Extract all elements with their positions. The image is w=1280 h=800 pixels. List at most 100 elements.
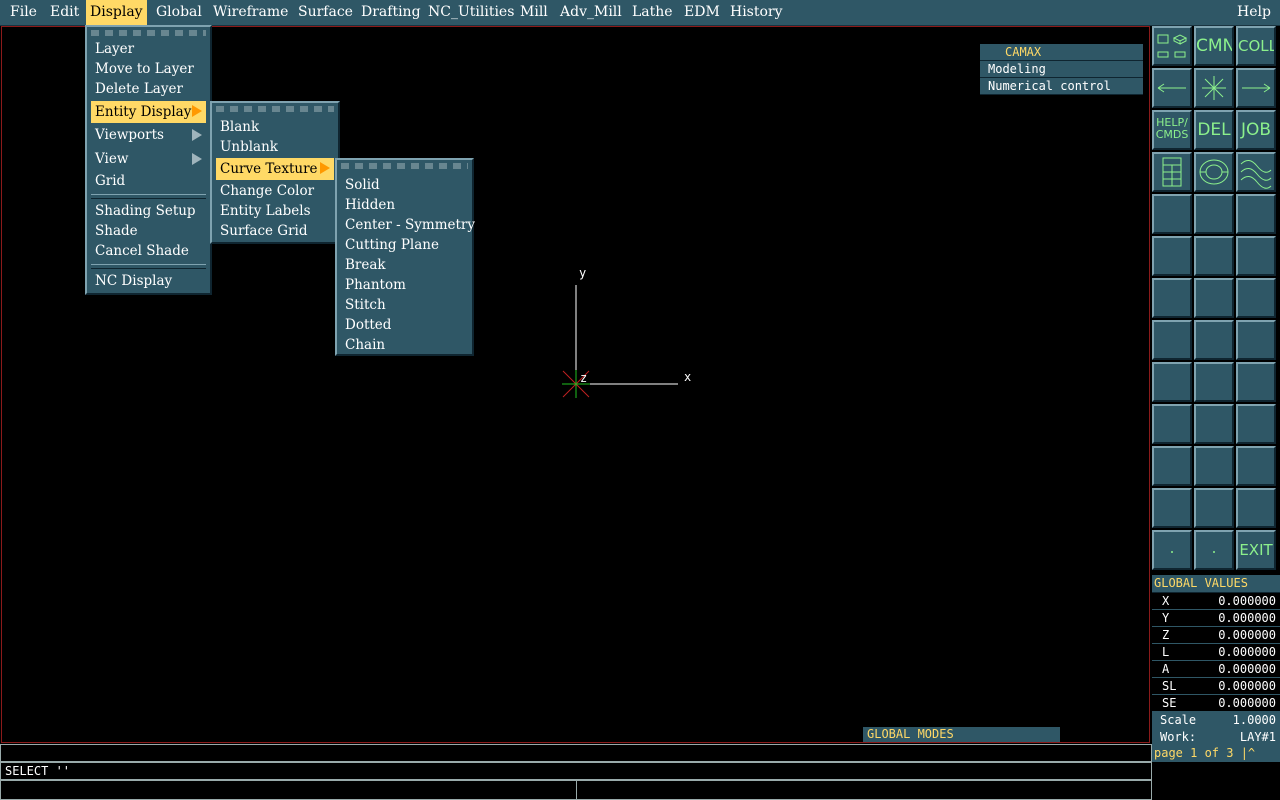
menu-item-cancel-shade[interactable]: Cancel Shade [91,241,206,261]
camax-panel: CAMAX Modeling Numerical control [980,44,1143,95]
empty-button[interactable] [1152,446,1192,486]
helmet-button[interactable] [1194,152,1234,192]
submenu-arrow-icon [192,105,202,117]
menu-display[interactable]: Display [86,0,147,25]
menu-item-shading-setup[interactable]: Shading Setup [91,201,206,221]
menu-item-curve-texture[interactable]: Curve Texture [216,158,334,180]
page-indicator[interactable]: page 1 of 3 |^ [1152,744,1280,762]
empty-button[interactable] [1194,404,1234,444]
menu-item-label: Entity Display [95,104,192,120]
empty-button[interactable] [1152,404,1192,444]
empty-button[interactable] [1236,446,1276,486]
empty-button[interactable] [1236,194,1276,234]
menu-item-solid[interactable]: Solid [341,175,468,195]
empty-button[interactable] [1194,362,1234,402]
empty-button[interactable] [1194,488,1234,528]
camax-numerical-control[interactable]: Numerical control [980,78,1143,95]
empty-button[interactable] [1194,236,1234,276]
scale-row[interactable]: Scale 1.0000 [1152,712,1280,729]
menu-item-nc-display[interactable]: NC Display [91,271,206,291]
menu-item-change-color[interactable]: Change Color [216,181,334,201]
back-arrow-button[interactable] [1152,68,1192,108]
menu-item-hidden[interactable]: Hidden [341,195,468,215]
value-label: Y [1162,611,1170,625]
menu-wireframe[interactable]: Wireframe [213,0,288,25]
empty-button[interactable] [1194,194,1234,234]
dot-button[interactable] [1194,530,1234,570]
empty-button[interactable] [1194,278,1234,318]
job-button[interactable]: JOB [1236,110,1276,150]
exit-button[interactable]: EXIT [1236,530,1276,570]
menu-item-chain[interactable]: Chain [341,335,468,355]
tear-off-handle[interactable] [216,106,334,112]
empty-button[interactable] [1236,488,1276,528]
menu-item-delete-layer[interactable]: Delete Layer [91,79,206,99]
empty-button[interactable] [1236,236,1276,276]
camax-modeling[interactable]: Modeling [980,61,1143,78]
menu-edm[interactable]: EDM [684,0,720,25]
y-axis-label: y [579,266,587,280]
menu-help[interactable]: Help [1237,0,1271,25]
global-modes-button[interactable]: GLOBAL MODES [863,727,1060,742]
empty-button[interactable] [1194,320,1234,360]
menu-item-phantom[interactable]: Phantom [341,275,468,295]
tear-off-handle[interactable] [341,163,468,169]
empty-button[interactable] [1152,362,1192,402]
menu-item-entity-display[interactable]: Entity Display [91,101,206,123]
menu-item-viewports[interactable]: Viewports [91,125,206,145]
menu-surface[interactable]: Surface [298,0,353,25]
menu-item-layer[interactable]: Layer [91,39,206,59]
dot-button[interactable] [1152,530,1192,570]
menu-item-blank[interactable]: Blank [216,117,334,137]
menu-item-stitch[interactable]: Stitch [341,295,468,315]
menu-item-grid[interactable]: Grid [91,171,206,191]
value-row-z: Z 0.000000 [1152,627,1280,644]
forward-arrow-button[interactable] [1236,68,1276,108]
del-button[interactable]: DEL [1194,110,1234,150]
tear-off-handle[interactable] [91,30,206,36]
menu-item-move-to-layer[interactable]: Move to Layer [91,59,206,79]
cmn-button[interactable]: CMN [1194,26,1234,66]
menu-drafting[interactable]: Drafting [361,0,421,25]
menu-nc-utilities[interactable]: NC_Utilities [428,0,514,25]
empty-button[interactable] [1194,446,1234,486]
empty-button[interactable] [1236,404,1276,444]
arrow-left-icon [1157,83,1186,93]
asterisk-button[interactable] [1194,68,1234,108]
surface-wave-button[interactable] [1236,152,1276,192]
menu-item-dotted[interactable]: Dotted [341,315,468,335]
calculator-button[interactable] [1152,152,1192,192]
menu-item-center-symmetry[interactable]: Center - Symmetry [341,215,475,235]
menu-lathe[interactable]: Lathe [632,0,673,25]
menu-item-cutting-plane[interactable]: Cutting Plane [341,235,468,255]
command-prompt[interactable]: SELECT '' [0,762,1152,780]
menu-history[interactable]: History [730,0,783,25]
submenu-arrow-icon [192,129,202,141]
empty-button[interactable] [1152,194,1192,234]
menu-item-shade[interactable]: Shade [91,221,206,241]
helmet-icon [1199,159,1229,185]
empty-button[interactable] [1152,488,1192,528]
menu-item-unblank[interactable]: Unblank [216,137,334,157]
menu-adv-mill[interactable]: Adv_Mill [560,0,622,25]
menu-item-entity-labels[interactable]: Entity Labels [216,201,334,221]
coll-button[interactable]: COLL [1236,26,1276,66]
menu-item-break[interactable]: Break [341,255,468,275]
menu-mill[interactable]: Mill [520,0,548,25]
menu-file[interactable]: File [10,0,37,25]
empty-button[interactable] [1236,278,1276,318]
empty-button[interactable] [1152,320,1192,360]
view-select-button[interactable] [1152,26,1192,66]
input-line-left[interactable] [0,780,577,800]
menu-item-view[interactable]: View [91,149,206,169]
input-line-right[interactable] [576,780,1152,800]
empty-button[interactable] [1152,236,1192,276]
empty-button[interactable] [1236,320,1276,360]
menu-item-surface-grid[interactable]: Surface Grid [216,221,334,241]
empty-button[interactable] [1236,362,1276,402]
menu-item-label: View [95,151,129,167]
menu-global[interactable]: Global [156,0,202,25]
menu-edit[interactable]: Edit [50,0,79,25]
empty-button[interactable] [1152,278,1192,318]
help-cmds-button[interactable]: HELP/ CMDS [1152,110,1192,150]
